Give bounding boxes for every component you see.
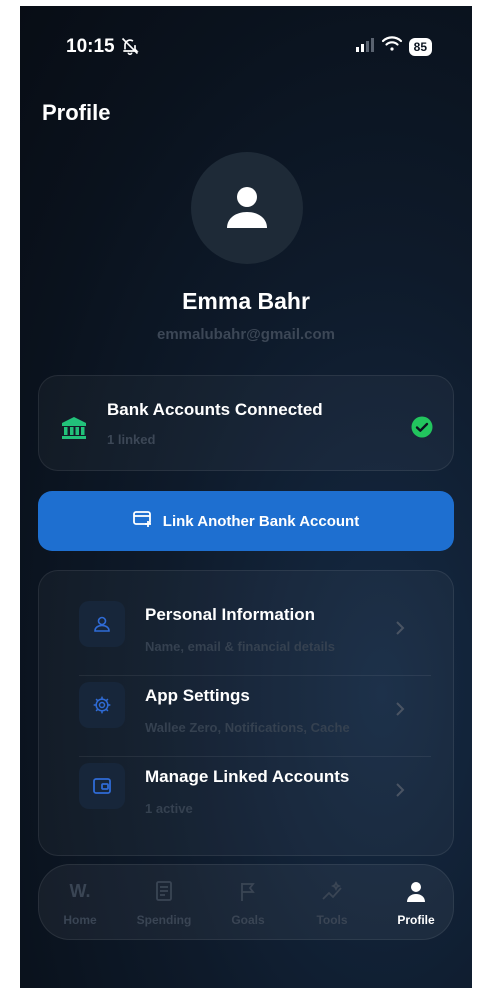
chevron-right-icon xyxy=(395,621,405,640)
bank-accounts-card[interactable]: Bank Accounts Connected 1 linked xyxy=(38,375,454,471)
chevron-right-icon xyxy=(395,783,405,802)
tab-label: Home xyxy=(63,913,97,927)
person-icon xyxy=(406,881,426,908)
card-plus-icon xyxy=(132,510,153,532)
bell-slash-icon xyxy=(120,36,140,61)
tab-label: Profile xyxy=(397,913,435,927)
sparkle-chart-icon xyxy=(321,880,343,908)
tab-label: Spending xyxy=(136,913,192,927)
menu-item-title: Personal Information xyxy=(145,605,316,624)
bank-accounts-title: Bank Accounts Connected xyxy=(107,400,323,419)
link-bank-account-label: Link Another Bank Account xyxy=(162,512,360,530)
menu-item-manage-linked-accounts[interactable]: Manage Linked Accounts 1 active xyxy=(39,733,455,816)
battery-indicator: 85 xyxy=(408,37,432,56)
gear-icon xyxy=(79,682,125,728)
flag-icon xyxy=(238,881,258,908)
user-email: emmalubahr@gmail.com xyxy=(156,326,335,343)
profile-menu: Personal Information Name, email & finan… xyxy=(38,570,454,856)
wifi-icon xyxy=(381,36,403,57)
tab-spending[interactable]: Spending xyxy=(129,865,199,941)
status-indicators: 85 xyxy=(355,36,432,57)
tab-profile[interactable]: Profile xyxy=(381,865,451,941)
wallet-icon xyxy=(79,763,125,809)
home-logo-icon: W. xyxy=(69,881,91,901)
avatar[interactable] xyxy=(191,152,303,264)
tab-label: Tools xyxy=(316,913,348,927)
bank-accounts-count: 1 linked xyxy=(107,432,156,447)
tab-home[interactable]: W. Home xyxy=(45,865,115,941)
page-title: Profile xyxy=(42,100,111,125)
tab-label: Goals xyxy=(231,913,265,927)
phone-screen: 10:15 85 Profile Emma Bahr emmalubahr@gm… xyxy=(20,6,472,988)
status-time: 10:15 xyxy=(66,36,115,57)
user-name: Emma Bahr xyxy=(182,288,310,314)
bottom-tab-bar: W. Home Spending Goals Tools Profile xyxy=(38,864,454,940)
menu-item-subtitle: 1 active xyxy=(145,801,193,816)
menu-item-title: Manage Linked Accounts xyxy=(145,767,350,786)
receipt-icon xyxy=(154,881,174,908)
signal-icon xyxy=(355,36,375,57)
tab-tools[interactable]: Tools xyxy=(297,865,367,941)
menu-item-title: App Settings xyxy=(145,686,250,705)
bank-icon xyxy=(61,416,87,445)
tab-goals[interactable]: Goals xyxy=(213,865,283,941)
link-bank-account-button[interactable]: Link Another Bank Account xyxy=(38,491,454,551)
menu-item-app-settings[interactable]: App Settings Wallee Zero, Notifications,… xyxy=(39,652,455,735)
user-icon xyxy=(79,601,125,647)
person-icon xyxy=(223,182,271,235)
menu-item-personal-information[interactable]: Personal Information Name, email & finan… xyxy=(39,571,455,654)
chevron-right-icon xyxy=(395,702,405,721)
check-circle-icon xyxy=(411,416,433,443)
